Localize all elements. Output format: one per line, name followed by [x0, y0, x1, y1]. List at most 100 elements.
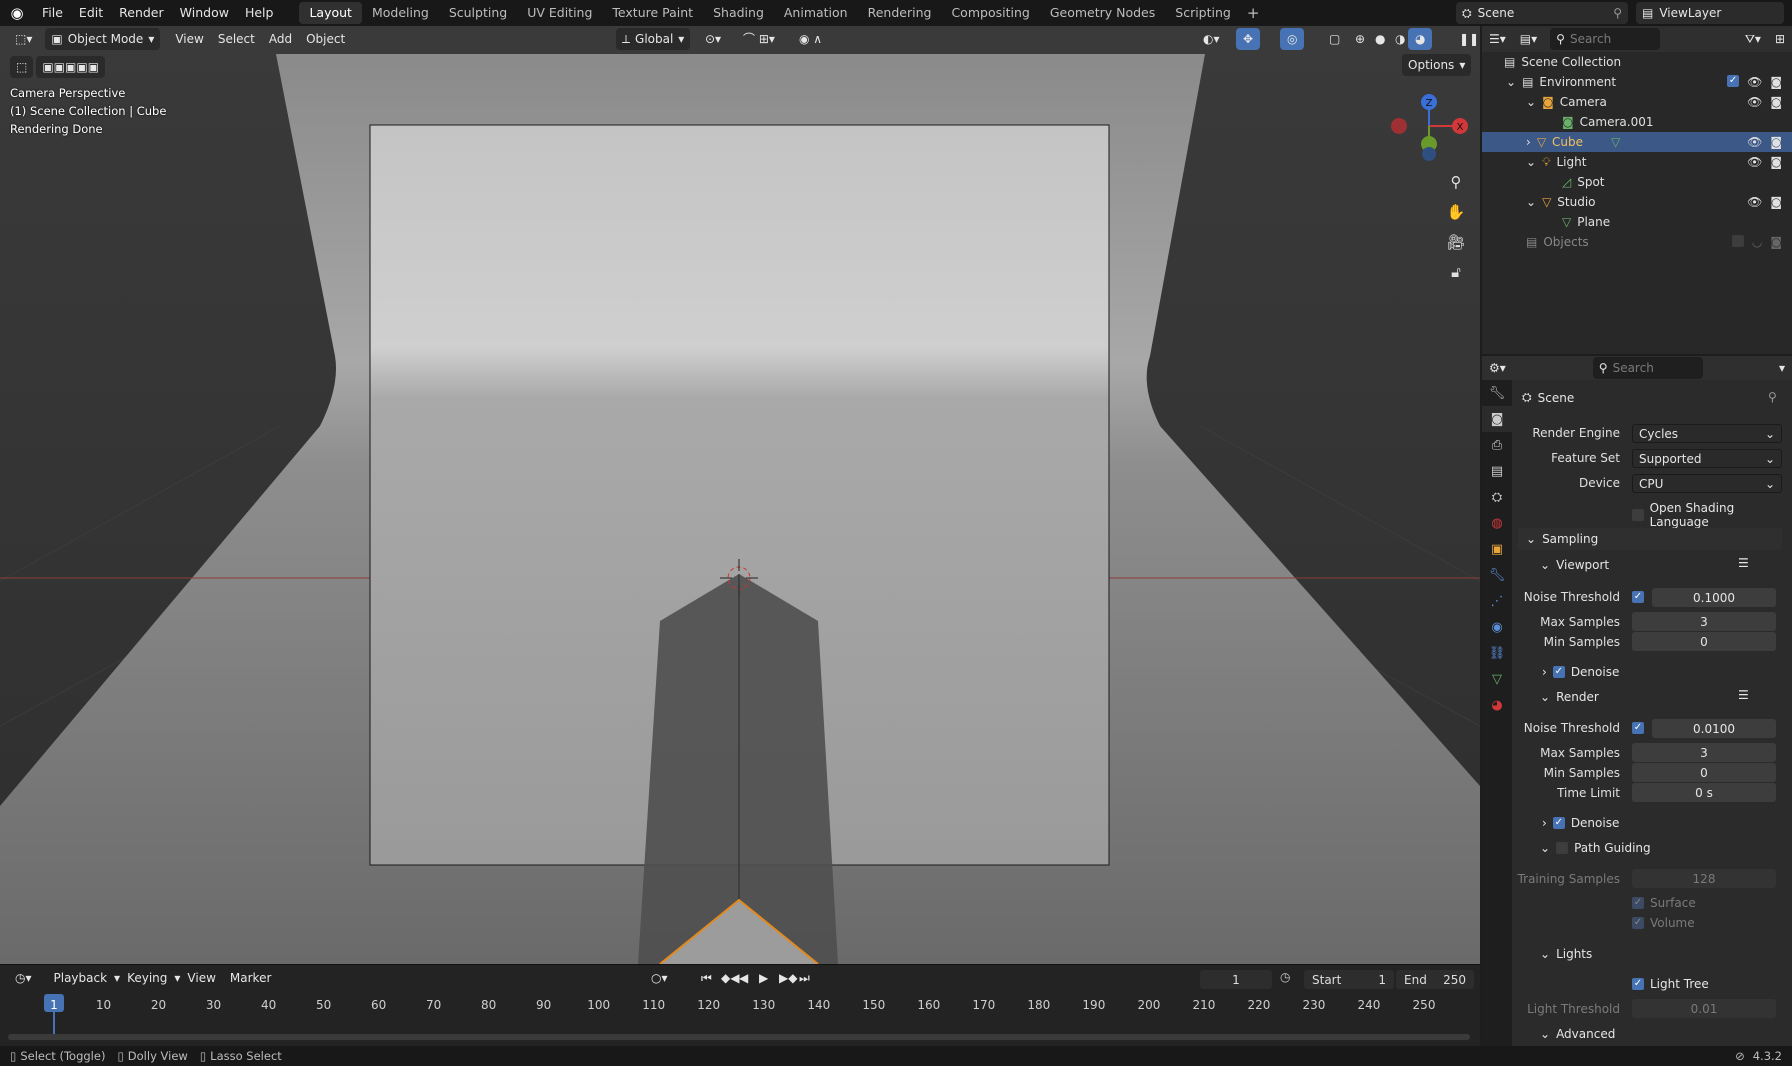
visibility-icon[interactable]: ◐▾ — [1196, 28, 1227, 50]
tab-output-icon[interactable]: ⎙ — [1482, 432, 1512, 458]
menu-object[interactable]: Object — [299, 28, 352, 50]
tab-scripting[interactable]: Scripting — [1165, 2, 1241, 24]
tab-object-icon[interactable]: ▣ — [1482, 536, 1512, 562]
viewport-min-samples-field[interactable]: 0 — [1632, 632, 1776, 651]
menu-help[interactable]: Help — [237, 2, 282, 24]
lights-subpanel[interactable]: ⌄ Lights — [1540, 947, 1592, 961]
menu-view[interactable]: View — [168, 28, 210, 50]
neg-z-axis-icon[interactable] — [1422, 147, 1436, 161]
lock-icon[interactable]: 🔓︎ — [1442, 258, 1470, 286]
outliner-row-light[interactable]: ⌄ 💡︎ Light 👁︎ ◙ — [1482, 152, 1792, 172]
outliner-row-plane[interactable]: ▽ Plane — [1482, 212, 1792, 232]
pause-render-icon[interactable]: ❚❚ — [1452, 28, 1486, 50]
tab-physics-icon[interactable]: ◉ — [1482, 614, 1512, 640]
menu-render[interactable]: Render — [111, 2, 172, 24]
camera-render-icon[interactable]: ◙ — [1770, 235, 1782, 249]
render-subpanel[interactable]: ⌄ Render — [1540, 690, 1599, 704]
tab-scene-icon[interactable]: ⛭ — [1482, 484, 1512, 510]
proportional-edit-icon[interactable]: ◉ ∧ — [792, 28, 829, 50]
outliner-row-spot[interactable]: ◿ Spot — [1482, 172, 1792, 192]
new-collection-icon[interactable]: ⊞ — [1768, 28, 1792, 50]
render-engine-dropdown[interactable]: Cycles ⌄ — [1632, 424, 1782, 443]
navigation-gizmo[interactable]: Z X — [1384, 88, 1474, 168]
eye-closed-icon[interactable]: ◡ — [1752, 235, 1762, 249]
timeline-scrollbar[interactable] — [8, 1034, 1470, 1040]
tab-view-layer-icon[interactable]: ▤ — [1482, 458, 1512, 484]
xray-icon[interactable]: ▢ — [1322, 28, 1347, 50]
menu-keying[interactable]: Keying — [120, 967, 174, 989]
checkbox-icon[interactable]: ✓ — [1632, 897, 1644, 909]
render-min-samples-field[interactable]: 0 — [1632, 763, 1776, 782]
advanced-subpanel[interactable]: ⌄ Advanced — [1540, 1027, 1615, 1041]
outliner-row-camera-data[interactable]: ◙ Camera.001 — [1482, 112, 1792, 132]
tab-shading[interactable]: Shading — [703, 2, 774, 24]
camera-render-icon[interactable]: ◙ — [1770, 135, 1782, 149]
tab-tool-icon[interactable]: 🔧︎ — [1482, 380, 1512, 406]
menu-select[interactable]: Select — [211, 28, 262, 50]
tab-rendering[interactable]: Rendering — [858, 2, 942, 24]
view-layer-selector[interactable]: ▤ ViewLayer — [1636, 2, 1784, 24]
zoom-icon[interactable]: ⚲ — [1442, 168, 1470, 196]
scene-selector[interactable]: ⛭ Scene ⚲ — [1456, 2, 1628, 24]
checkbox-icon[interactable] — [1556, 842, 1569, 854]
overlays-icon[interactable]: ◎ — [1280, 28, 1305, 50]
tab-particles-icon[interactable]: ⋰ — [1482, 588, 1512, 614]
light-threshold-field[interactable]: 0.01 — [1632, 999, 1776, 1018]
pan-hand-icon[interactable]: ✋ — [1442, 198, 1470, 226]
tab-sculpting[interactable]: Sculpting — [439, 2, 517, 24]
timeline-editor-icon[interactable]: ◷▾ — [8, 967, 39, 989]
sampling-panel[interactable]: ⌄ Sampling — [1526, 532, 1598, 546]
menu-window[interactable]: Window — [172, 2, 237, 24]
3d-viewport[interactable] — [0, 26, 1480, 964]
chevron-down-icon[interactable]: ⌄ — [1506, 75, 1516, 89]
checkbox-icon[interactable] — [1632, 509, 1644, 521]
neg-x-axis-icon[interactable] — [1391, 118, 1407, 134]
auto-keying-icon[interactable]: ○▾ — [644, 967, 675, 989]
chevron-down-icon[interactable]: ⌄ — [1526, 95, 1536, 109]
tab-render-icon[interactable]: ◙ — [1482, 406, 1512, 432]
checkbox-icon[interactable]: ✓ — [1632, 978, 1644, 990]
eye-icon[interactable]: 👁︎ — [1747, 195, 1762, 209]
viewport-subpanel[interactable]: ⌄ Viewport — [1540, 558, 1609, 572]
render-max-samples-field[interactable]: 3 — [1632, 743, 1776, 762]
checkbox-icon[interactable]: ✓ — [1552, 817, 1565, 829]
outliner-row-cube[interactable]: › ▽ Cube ▽ 👁︎ ◙ — [1482, 132, 1792, 152]
shading-rendered-icon[interactable]: ◕ — [1408, 28, 1433, 50]
stopwatch-icon[interactable]: ◷ — [1280, 970, 1290, 984]
presets-list-icon[interactable]: ☰ — [1738, 688, 1749, 702]
menu-timeline-view[interactable]: View — [180, 967, 222, 989]
blender-logo-icon[interactable]: ◉ — [0, 0, 34, 26]
pin-icon[interactable]: ⚲ — [1768, 390, 1777, 404]
menu-edit[interactable]: Edit — [71, 2, 111, 24]
checkbox-icon[interactable] — [1731, 235, 1744, 247]
menu-playback[interactable]: Playback — [47, 967, 115, 989]
menu-add[interactable]: Add — [262, 28, 299, 50]
outliner-editor-icon[interactable]: ☰▾ — [1482, 28, 1513, 50]
render-denoise-subpanel[interactable]: › ✓ Denoise — [1542, 816, 1619, 830]
checkbox-icon[interactable]: ✓ — [1727, 75, 1740, 87]
gizmo-toggle-icon[interactable]: ✥ — [1236, 28, 1261, 50]
filter-icon[interactable]: ⛛▾ — [1738, 28, 1768, 50]
tab-constraints-icon[interactable]: ⛓︎ — [1482, 640, 1512, 666]
tweak-tool-icon[interactable]: ⬚ — [10, 56, 34, 78]
training-samples-field[interactable]: 128 — [1632, 869, 1776, 888]
eye-icon[interactable]: 👁︎ — [1747, 95, 1762, 109]
presets-list-icon[interactable]: ☰ — [1738, 556, 1749, 570]
tab-animation[interactable]: Animation — [774, 2, 858, 24]
options-dropdown[interactable]: Options ▾ — [1402, 54, 1472, 76]
outliner-row-environment[interactable]: ⌄ ▤ Environment ✓ 👁︎ ◙ — [1482, 72, 1792, 92]
chevron-down-icon[interactable]: ⌄ — [1526, 155, 1536, 169]
tab-modifiers-icon[interactable]: 🔧︎ — [1482, 562, 1512, 588]
light-tree-checkbox[interactable]: ✓ Light Tree — [1632, 977, 1709, 991]
eye-icon[interactable]: 👁︎ — [1747, 155, 1762, 169]
tab-material-icon[interactable]: ◕ — [1482, 692, 1512, 718]
properties-editor-icon[interactable]: ⚙▾ — [1482, 357, 1513, 379]
outliner-search[interactable]: ⚲ Search — [1550, 28, 1661, 50]
chevron-down-icon[interactable]: ⌄ — [1526, 195, 1536, 209]
tab-geometry-nodes[interactable]: Geometry Nodes — [1040, 2, 1165, 24]
checkbox-icon[interactable]: ✓ — [1632, 722, 1644, 734]
current-frame-field[interactable]: 1 — [1200, 970, 1272, 989]
menu-file[interactable]: File — [34, 2, 71, 24]
camera-render-icon[interactable]: ◙ — [1770, 155, 1782, 169]
transform-orientation[interactable]: ⟂ Global ▾ — [616, 28, 691, 50]
